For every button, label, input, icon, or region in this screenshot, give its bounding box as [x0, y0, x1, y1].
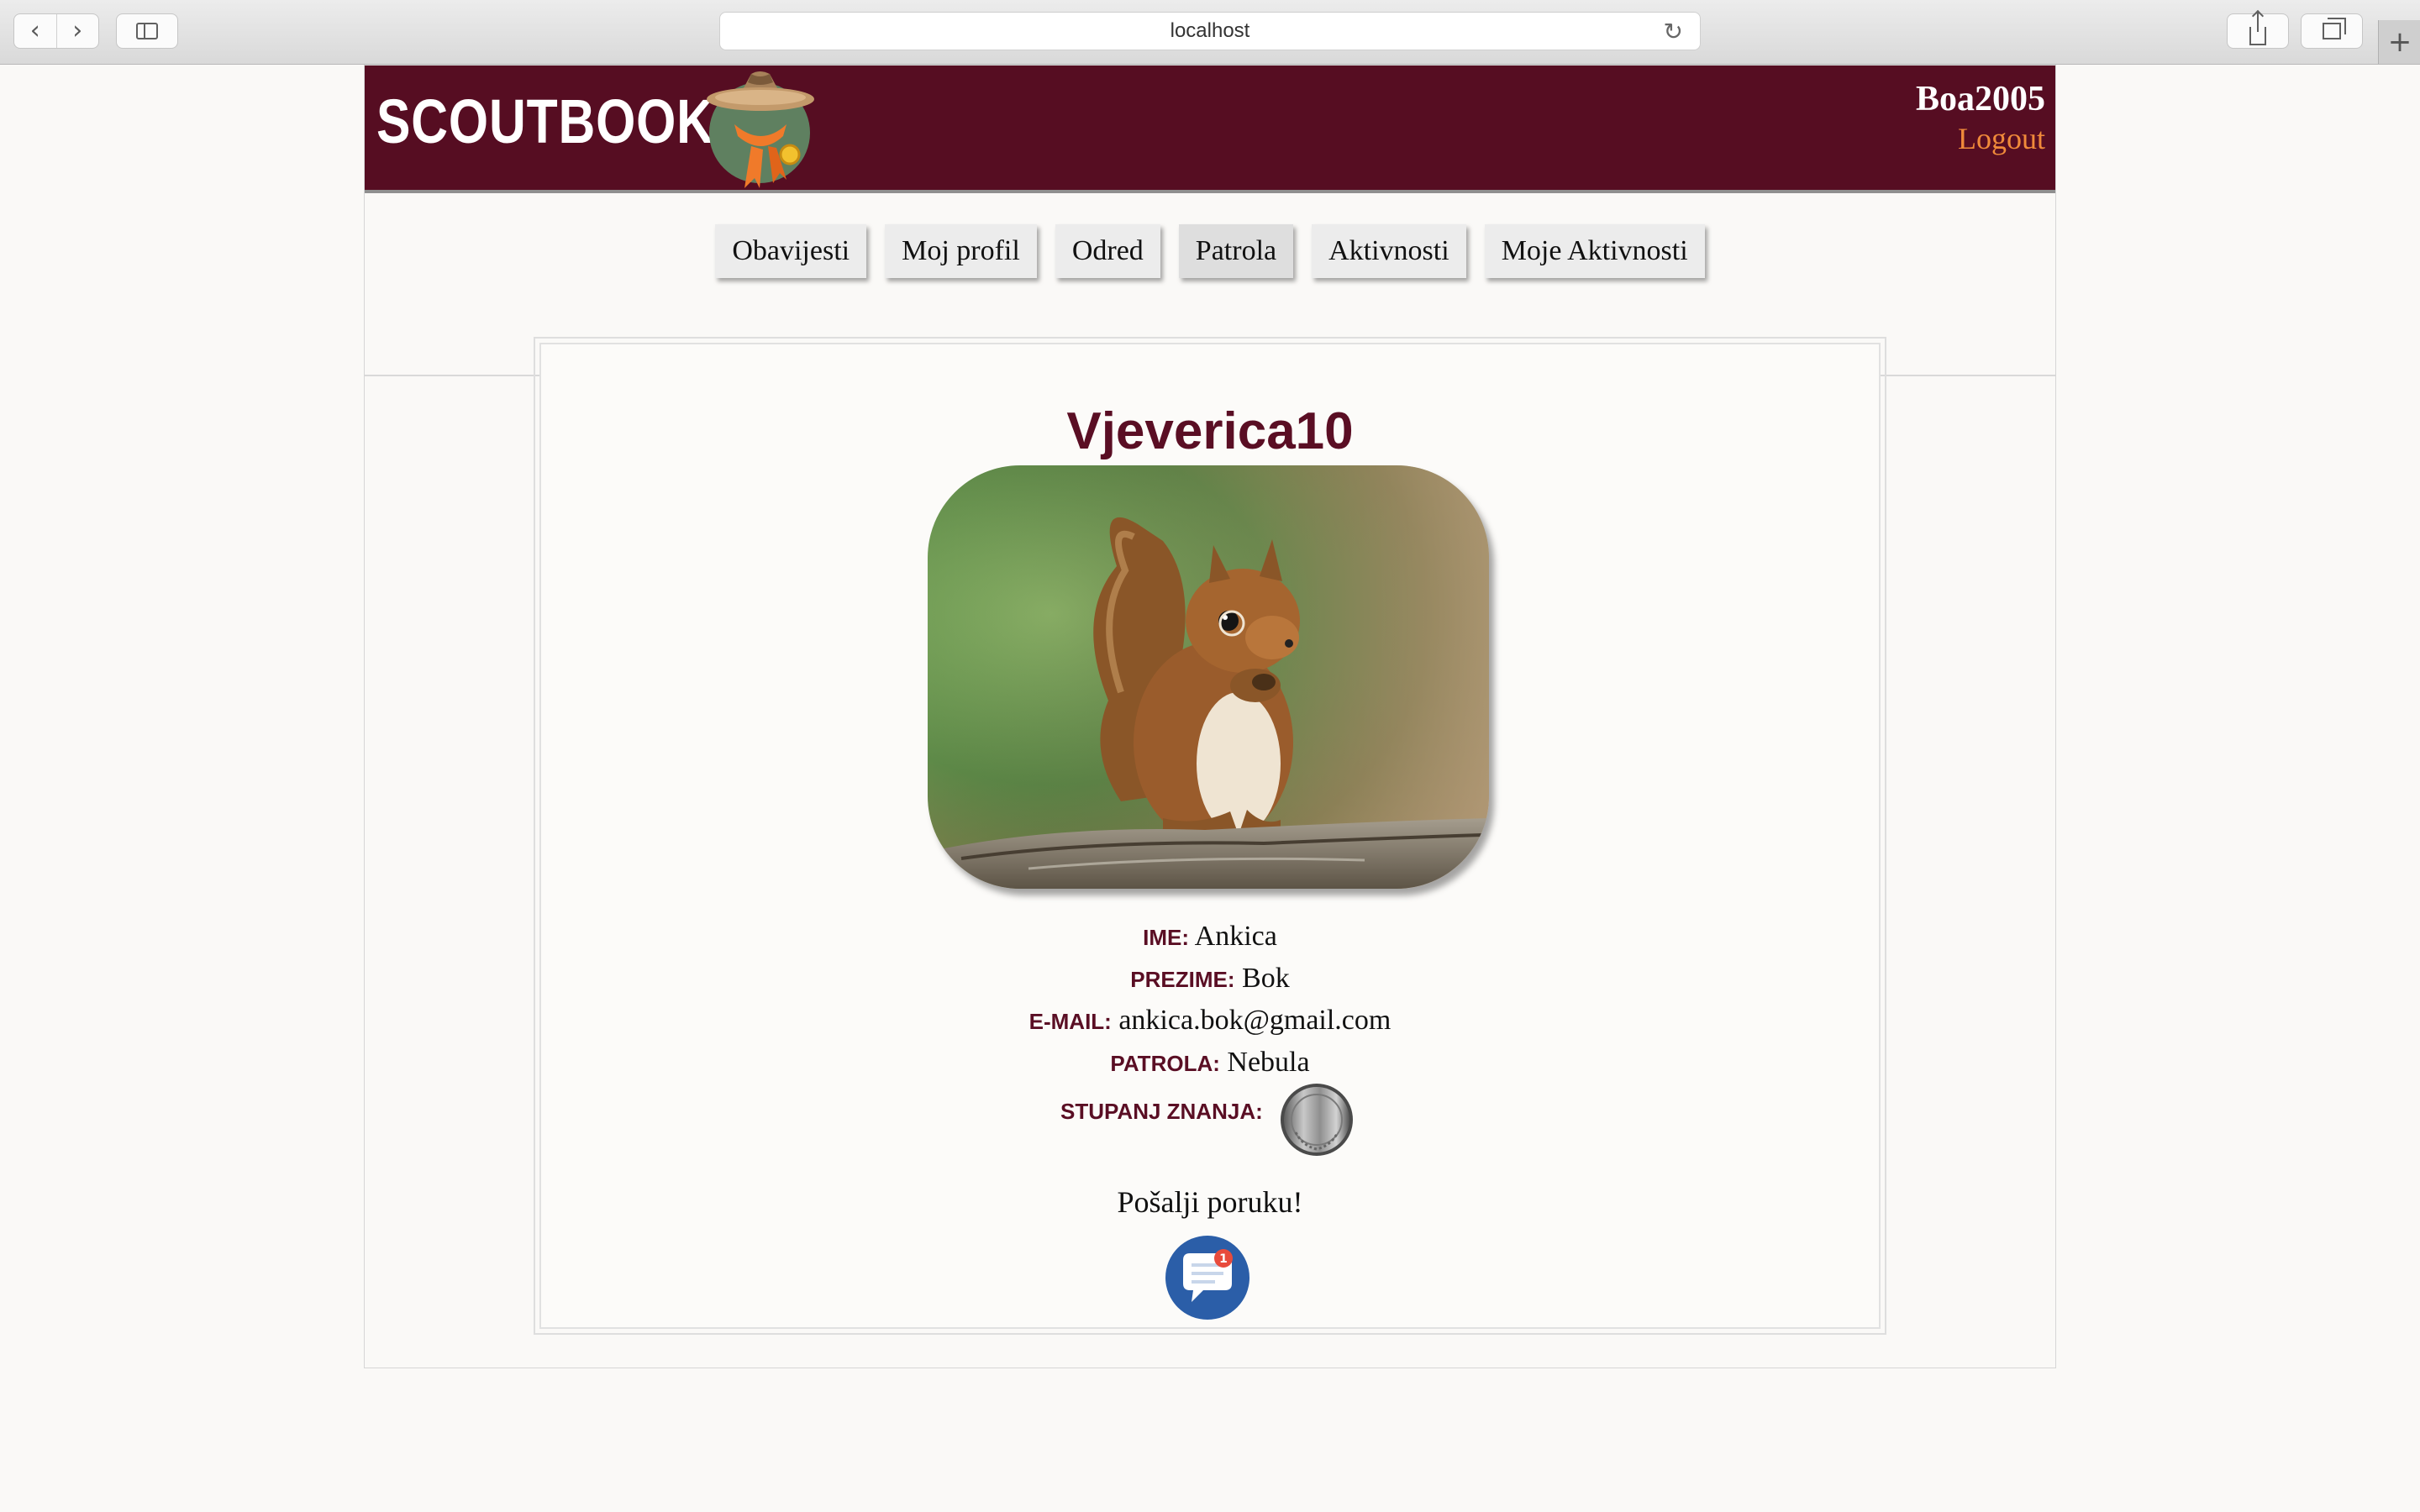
back-button[interactable]: ‹: [14, 14, 57, 48]
field-prezime: PREZIME: Bok: [541, 963, 1879, 995]
field-email: E-MAIL: ankica.bok@gmail.com: [541, 1005, 1879, 1037]
scout-logo-icon: [707, 71, 814, 188]
nav-moje-aktivnosti[interactable]: Moje Aktivnosti: [1484, 224, 1705, 278]
squirrel-photo-icon: [928, 465, 1489, 889]
field-label: PREZIME:: [1130, 967, 1235, 992]
nav-odred[interactable]: Odred: [1055, 224, 1160, 278]
nav-aktivnosti[interactable]: Aktivnosti: [1312, 224, 1466, 278]
field-label: E-MAIL:: [1028, 1009, 1112, 1034]
field-patrola: PATROLA: Nebula: [541, 1047, 1879, 1079]
history-nav: ‹ ›: [13, 13, 99, 49]
tabs-icon: [2323, 18, 2346, 39]
field-value: Bok: [1242, 963, 1290, 994]
profile-photo: [928, 465, 1489, 889]
nav-list: Obavijesti Moj profil Odred Patrola Akti…: [365, 224, 2055, 278]
silver-medal-icon: [1281, 1084, 1353, 1156]
page-container: SCOUTBOOK Boa2005 Logout Obavijesti Moj …: [364, 65, 2056, 1368]
share-icon: [2249, 12, 2266, 45]
profile-username: Vjeverica10: [1066, 402, 1354, 460]
site-header: SCOUTBOOK Boa2005 Logout: [365, 66, 2055, 193]
new-tab-button[interactable]: +: [2378, 20, 2420, 64]
nav-obavijesti[interactable]: Obavijesti: [715, 224, 867, 278]
rank-label: STUPANJ ZNANJA:: [1060, 1099, 1263, 1124]
field-label: PATROLA:: [1110, 1051, 1220, 1076]
field-value: Ankica: [1194, 921, 1277, 952]
brand-name: SCOUTBOOK: [376, 87, 714, 156]
send-message-label: Pošalji poruku!: [1117, 1185, 1303, 1219]
address-bar[interactable]: localhost ↻: [719, 12, 1701, 50]
sidebar-icon: [136, 23, 158, 39]
current-username: Boa2005: [1915, 80, 2045, 118]
share-button[interactable]: [2227, 12, 2289, 49]
sidebar-toggle-button[interactable]: [116, 13, 178, 49]
show-tabs-button[interactable]: [2301, 13, 2363, 49]
logout-link[interactable]: Logout: [1958, 121, 2045, 156]
profile-card-body: Vjeverica10 IME: Ankica PREZIME: Bok E-M…: [539, 343, 1881, 1329]
forward-button[interactable]: ›: [57, 14, 99, 48]
field-value: ankica.bok@gmail.com: [1118, 1005, 1392, 1036]
profile-card: Vjeverica10 IME: Ankica PREZIME: Bok E-M…: [534, 337, 1886, 1335]
reload-icon[interactable]: ↻: [1664, 18, 1683, 45]
field-value: Nebula: [1227, 1047, 1310, 1078]
nav-moj-profil[interactable]: Moj profil: [885, 224, 1037, 278]
nav-patrola[interactable]: Patrola: [1178, 224, 1294, 278]
field-label: IME:: [1143, 925, 1190, 950]
url-text: localhost: [1170, 19, 1250, 42]
rank-row: STUPANJ ZNANJA:: [541, 1082, 1879, 1159]
notification-count: 1: [1219, 1252, 1228, 1266]
field-ime: IME: Ankica: [541, 921, 1879, 953]
browser-toolbar: ‹ › localhost ↻ +: [0, 0, 2420, 65]
send-message-button[interactable]: 1: [1165, 1235, 1250, 1320]
